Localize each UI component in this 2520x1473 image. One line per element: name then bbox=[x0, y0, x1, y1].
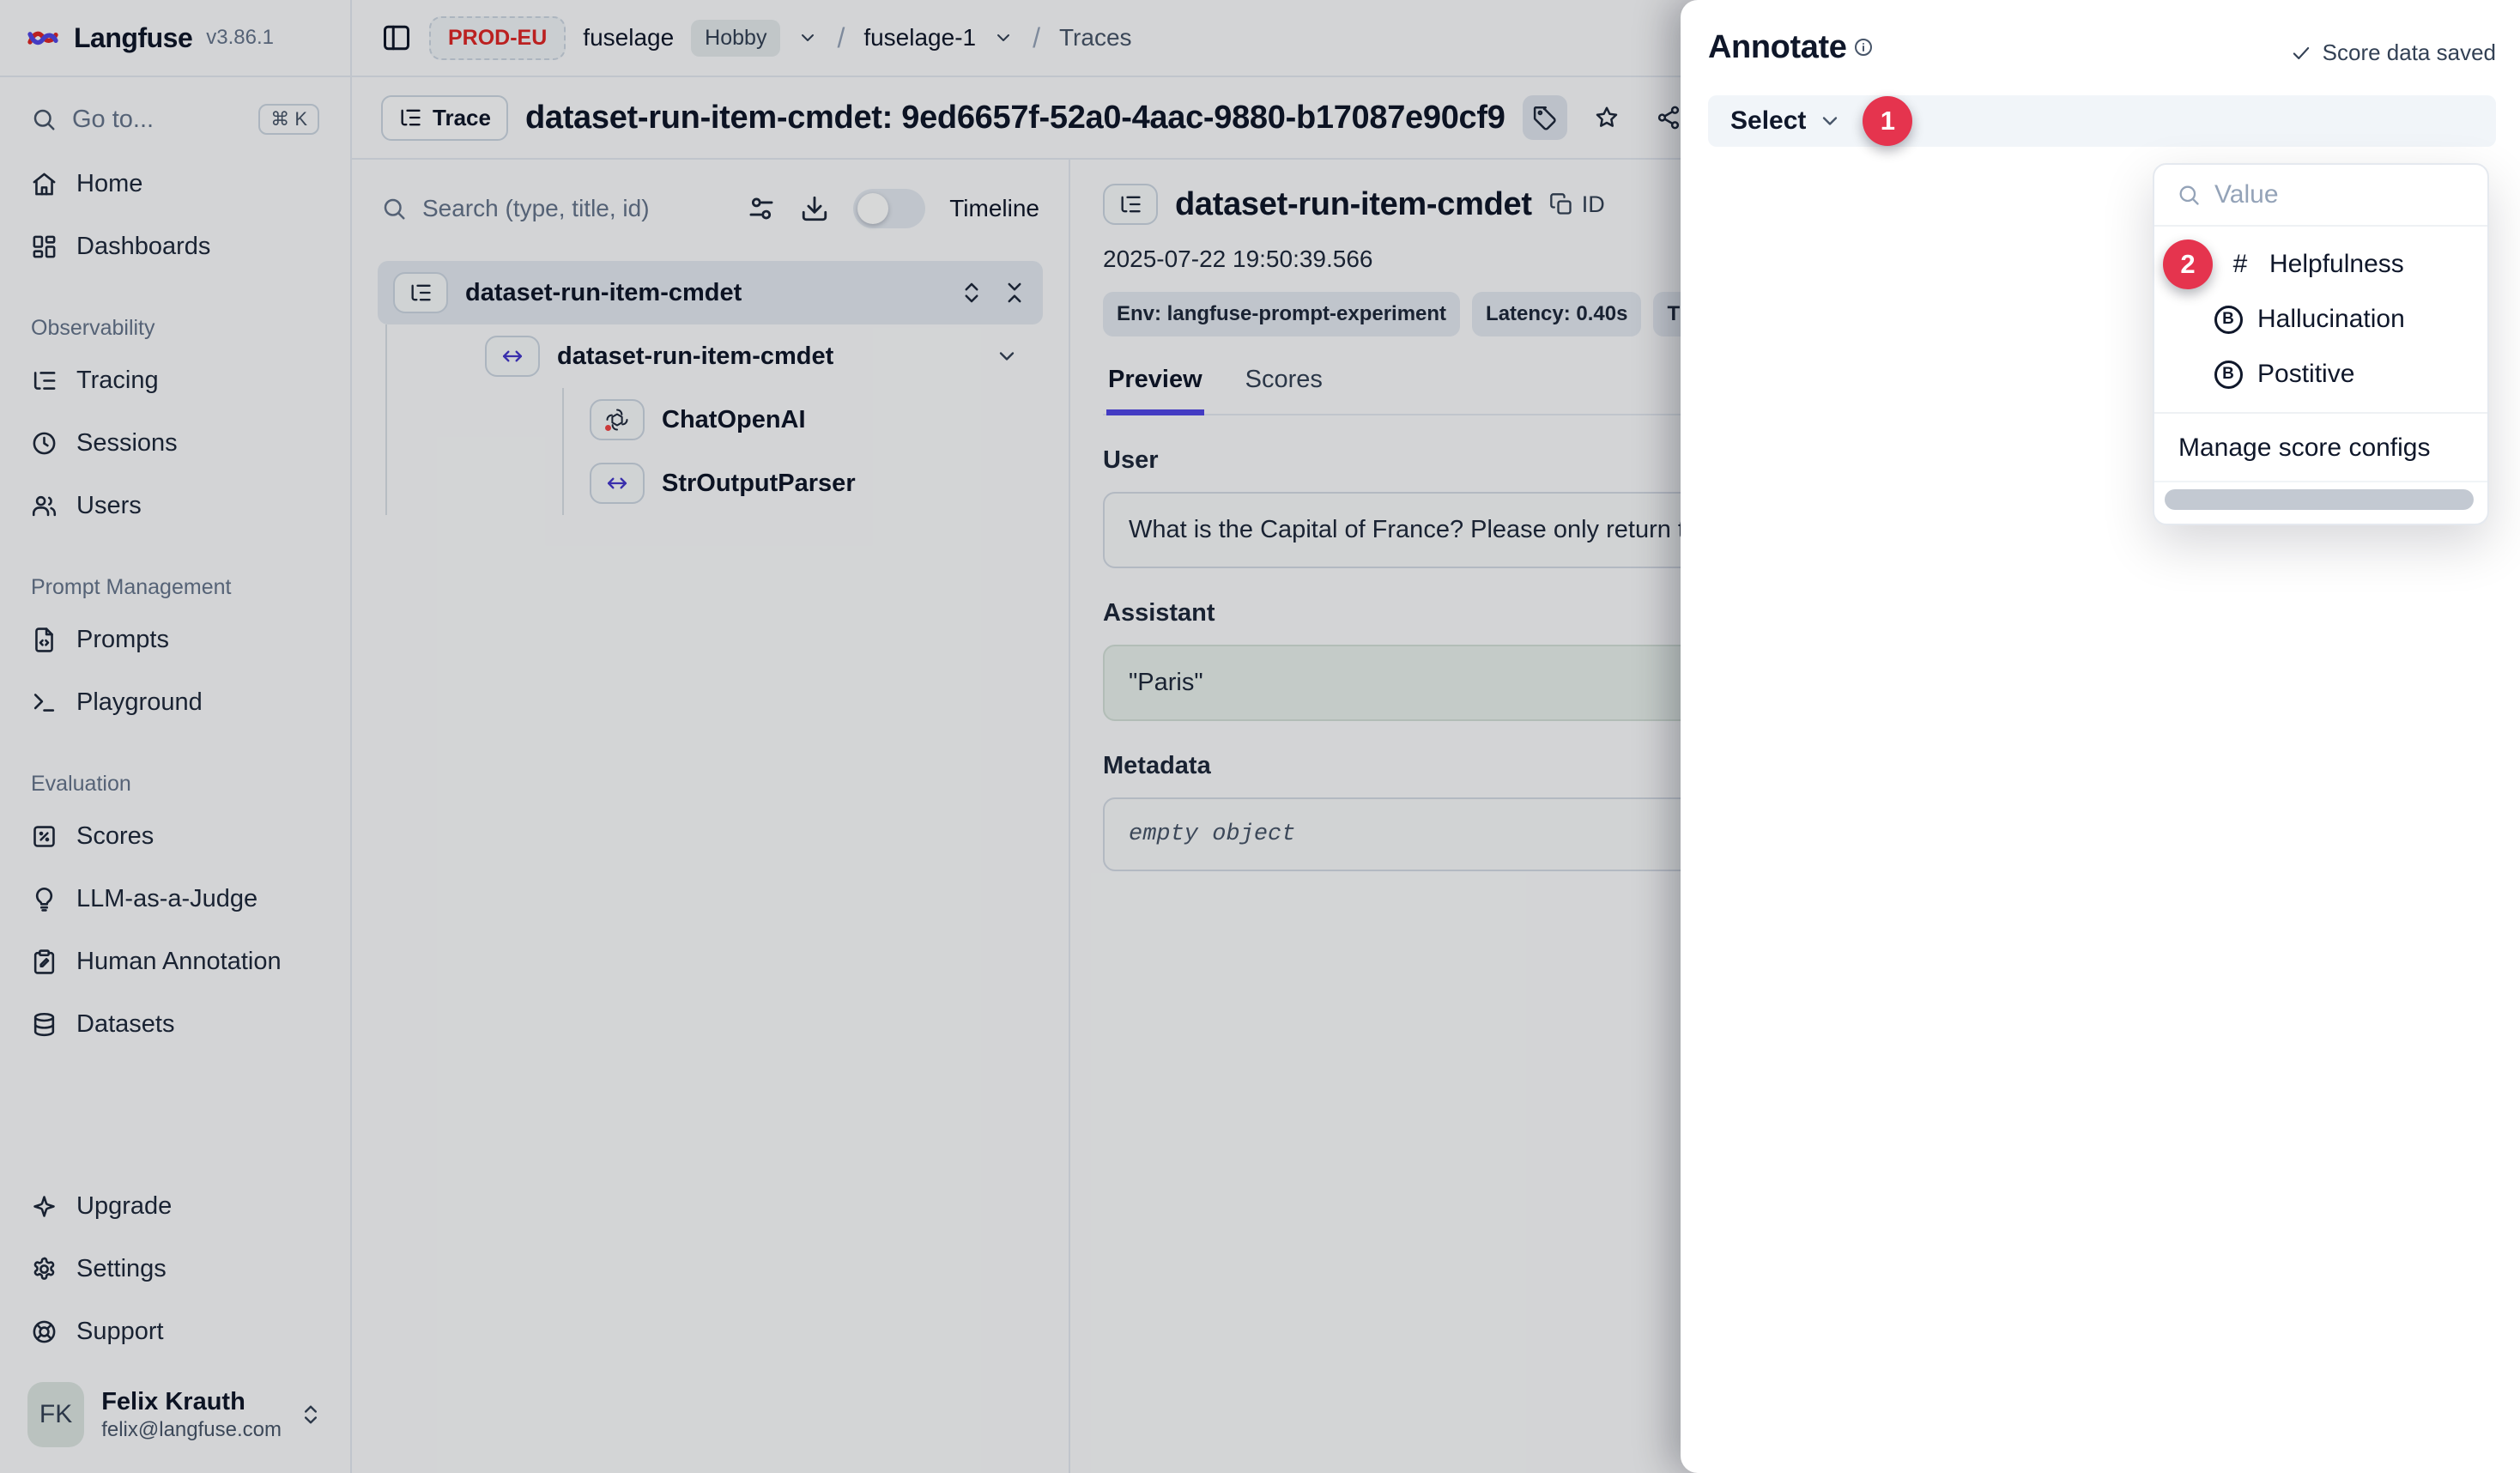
dropdown-search bbox=[2154, 165, 2487, 227]
annotate-title-text: Annotate bbox=[1708, 29, 1846, 66]
search-icon bbox=[2177, 183, 2201, 207]
save-status-label: Score data saved bbox=[2323, 39, 2496, 66]
check-icon bbox=[2290, 42, 2312, 64]
score-select-trigger[interactable]: Select 1 bbox=[1708, 95, 2496, 147]
score-config-dropdown: 2 # Helpfulness B Hallucination B Postit… bbox=[2153, 163, 2489, 525]
annotate-title: Annotate bbox=[1708, 29, 1874, 66]
score-option-hallucination[interactable]: B Hallucination bbox=[2154, 292, 2487, 347]
info-circle-icon bbox=[1853, 37, 1874, 58]
onboarding-step-2-badge: 2 bbox=[2163, 239, 2213, 289]
dropdown-list: 2 # Helpfulness B Hallucination B Postit… bbox=[2154, 227, 2487, 405]
score-option-helpfulness[interactable]: 2 # Helpfulness bbox=[2154, 237, 2487, 292]
circle-b-glyph: B bbox=[2214, 361, 2243, 389]
score-option-label: Helpfulness bbox=[2269, 250, 2404, 279]
boolean-type-icon: B bbox=[2209, 306, 2247, 334]
dropdown-scrollbar-track bbox=[2154, 481, 2487, 517]
manage-score-configs-button[interactable]: Manage score configs bbox=[2154, 421, 2487, 476]
chevron-down-icon bbox=[1818, 109, 1842, 133]
annotate-drawer: Annotate Score data saved Select 1 2 # H… bbox=[1681, 0, 2520, 1473]
annotate-header: Annotate Score data saved bbox=[1708, 29, 2496, 66]
boolean-type-icon: B bbox=[2209, 361, 2247, 389]
dropdown-scrollbar-thumb[interactable] bbox=[2165, 489, 2474, 510]
numeric-type-icon: # bbox=[2221, 250, 2259, 279]
score-option-label: Postitive bbox=[2257, 360, 2354, 389]
score-option-label: Hallucination bbox=[2257, 305, 2405, 334]
select-label: Select bbox=[1730, 106, 1806, 136]
dropdown-divider bbox=[2154, 412, 2487, 414]
info-icon[interactable] bbox=[1846, 29, 1874, 66]
save-status: Score data saved bbox=[2290, 39, 2496, 66]
onboarding-step-1-badge: 1 bbox=[1863, 96, 1912, 146]
score-option-postitive[interactable]: B Postitive bbox=[2154, 347, 2487, 402]
dropdown-search-input[interactable] bbox=[2214, 180, 2465, 209]
circle-b-glyph: B bbox=[2214, 306, 2243, 334]
